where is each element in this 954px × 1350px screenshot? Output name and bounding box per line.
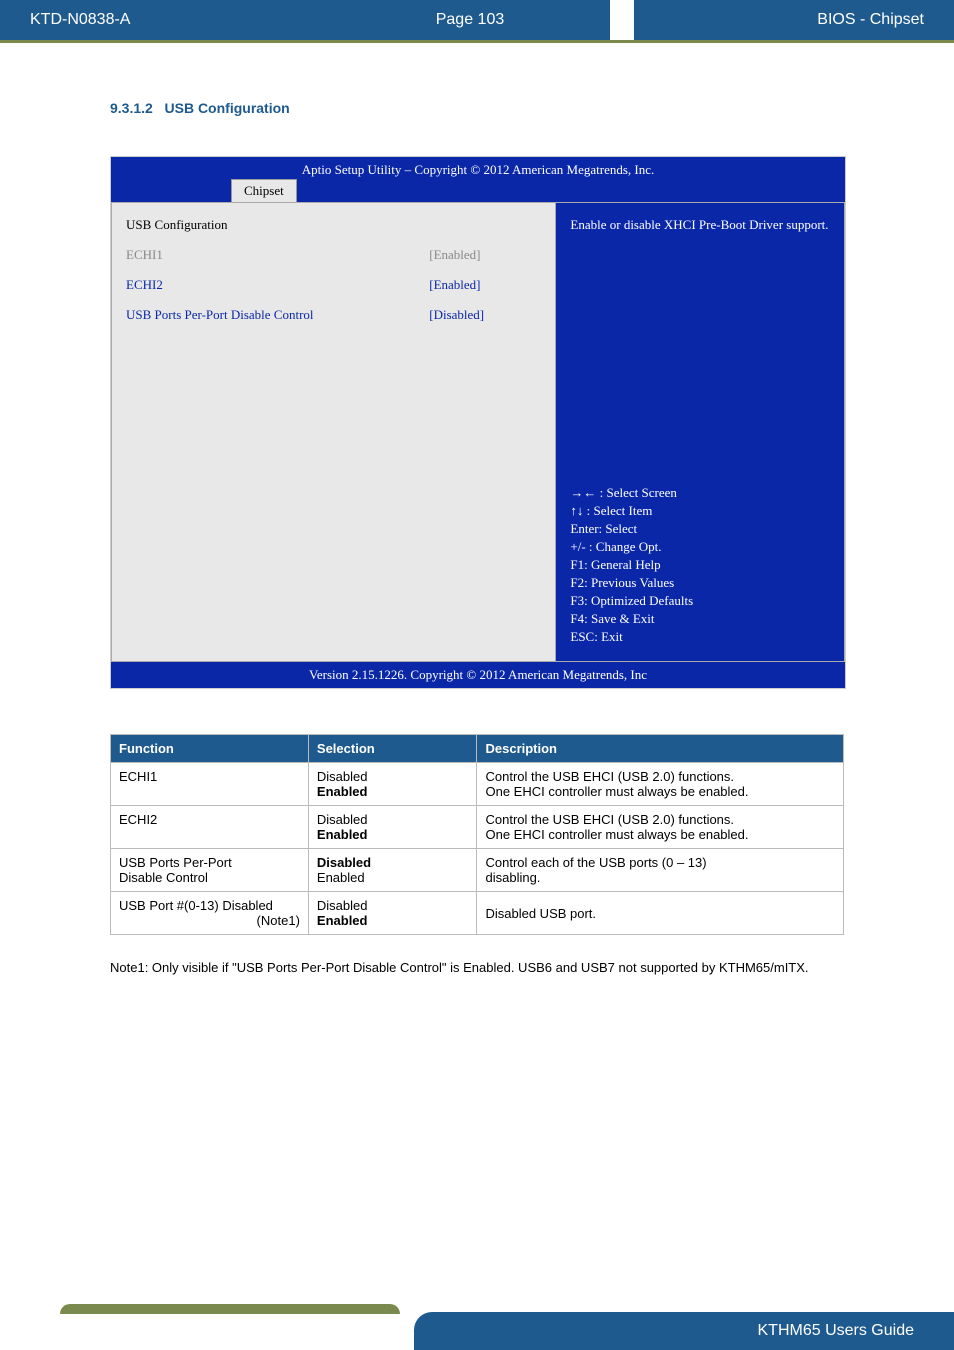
selection-option: Disabled bbox=[317, 769, 368, 784]
selection-default: Enabled bbox=[317, 784, 368, 799]
cell-selection: Disabled Enabled bbox=[308, 806, 477, 849]
cell-selection: Disabled Enabled bbox=[308, 763, 477, 806]
table-row: ECHI2 Disabled Enabled Control the USB E… bbox=[111, 806, 844, 849]
desc-line: Disabled USB port. bbox=[485, 906, 596, 921]
bios-row-echi1[interactable]: ECHI1 [Enabled] bbox=[126, 247, 541, 263]
bios-value-usbppd: [Disabled] bbox=[429, 307, 484, 323]
bios-value-echi2: [Enabled] bbox=[429, 277, 480, 293]
selection-option: Enabled bbox=[317, 870, 365, 885]
desc-line: Control the USB EHCI (USB 2.0) functions… bbox=[485, 812, 734, 827]
bios-help-pane: Enable or disable XHCI Pre-Boot Driver s… bbox=[555, 202, 845, 662]
cell-function: ECHI2 bbox=[111, 806, 309, 849]
bios-key-f4: F4: Save & Exit bbox=[570, 611, 830, 627]
bios-titlebar: Aptio Setup Utility – Copyright © 2012 A… bbox=[111, 157, 845, 178]
bios-key-list: →← : Select Screen ↑↓ : Select Item Ente… bbox=[570, 485, 830, 647]
bios-row-echi2[interactable]: ECHI2 [Enabled] bbox=[126, 277, 541, 293]
cell-description: Control each of the USB ports (0 – 13) d… bbox=[477, 849, 844, 892]
selection-option: Disabled bbox=[317, 812, 368, 827]
bios-key-f3: F3: Optimized Defaults bbox=[570, 593, 830, 609]
section-heading: 9.3.1.2 USB Configuration bbox=[110, 100, 844, 116]
selection-default: Disabled bbox=[317, 855, 371, 870]
footer-guide-label: KTHM65 Users Guide bbox=[414, 1312, 954, 1350]
bios-help-text: Enable or disable XHCI Pre-Boot Driver s… bbox=[570, 217, 830, 233]
page-number: Page 103 bbox=[330, 0, 610, 40]
bios-row-usb-ports-disable[interactable]: USB Ports Per-Port Disable Control [Disa… bbox=[126, 307, 541, 323]
func-line: Disable Control bbox=[119, 870, 208, 885]
function-table: Function Selection Description ECHI1 Dis… bbox=[110, 734, 844, 935]
desc-line: Control the USB EHCI (USB 2.0) functions… bbox=[485, 769, 734, 784]
bios-key-select-screen: →← : Select Screen bbox=[570, 485, 830, 501]
bios-key-change-opt: +/- : Change Opt. bbox=[570, 539, 830, 555]
bios-settings-pane: USB Configuration ECHI1 [Enabled] ECHI2 … bbox=[111, 202, 555, 662]
bios-key-enter: Enter: Select bbox=[570, 521, 830, 537]
table-row: USB Port #(0-13) Disabled (Note1) Disabl… bbox=[111, 892, 844, 935]
bios-key-esc: ESC: Exit bbox=[570, 629, 830, 645]
cell-selection: Disabled Enabled bbox=[308, 849, 477, 892]
desc-line: Control each of the USB ports (0 – 13) bbox=[485, 855, 706, 870]
section-number: 9.3.1.2 bbox=[110, 100, 153, 116]
cell-function: ECHI1 bbox=[111, 763, 309, 806]
desc-line: One EHCI controller must always be enabl… bbox=[485, 827, 748, 842]
desc-line: One EHCI controller must always be enabl… bbox=[485, 784, 748, 799]
func-line: USB Port #(0-13) Disabled bbox=[119, 898, 273, 913]
bios-key-f2: F2: Previous Values bbox=[570, 575, 830, 591]
bios-footer: Version 2.15.1226. Copyright © 2012 Amer… bbox=[111, 662, 845, 688]
section-title: USB Configuration bbox=[165, 100, 290, 116]
bios-tab-row: Chipset bbox=[111, 178, 845, 202]
cell-description: Control the USB EHCI (USB 2.0) functions… bbox=[477, 806, 844, 849]
bios-tab-chipset[interactable]: Chipset bbox=[231, 179, 297, 202]
section-name: BIOS - Chipset bbox=[634, 0, 954, 40]
bios-key-f1: F1: General Help bbox=[570, 557, 830, 573]
desc-line: disabling. bbox=[485, 870, 540, 885]
cell-function: USB Ports Per-Port Disable Control bbox=[111, 849, 309, 892]
th-function: Function bbox=[111, 735, 309, 763]
selection-default: Enabled bbox=[317, 827, 368, 842]
page-header: KTD-N0838-A Page 103 BIOS - Chipset bbox=[0, 0, 954, 40]
bios-label-echi2: ECHI2 bbox=[126, 277, 426, 293]
bios-key-select-item: ↑↓ : Select Item bbox=[570, 503, 830, 519]
bios-heading: USB Configuration bbox=[126, 217, 426, 233]
func-note-ref: (Note1) bbox=[257, 913, 300, 928]
selection-option: Disabled bbox=[317, 898, 368, 913]
footer-accent bbox=[60, 1304, 400, 1314]
note-text: Note1: Only visible if "USB Ports Per-Po… bbox=[110, 960, 844, 975]
bios-value-echi1: [Enabled] bbox=[429, 247, 480, 263]
func-line: USB Ports Per-Port bbox=[119, 855, 232, 870]
bios-label-echi1: ECHI1 bbox=[126, 247, 426, 263]
th-selection: Selection bbox=[308, 735, 477, 763]
doc-id: KTD-N0838-A bbox=[0, 0, 330, 40]
cell-description: Disabled USB port. bbox=[477, 892, 844, 935]
th-description: Description bbox=[477, 735, 844, 763]
cell-description: Control the USB EHCI (USB 2.0) functions… bbox=[477, 763, 844, 806]
table-row: USB Ports Per-Port Disable Control Disab… bbox=[111, 849, 844, 892]
page-footer: KTHM65 Users Guide bbox=[0, 1310, 954, 1350]
bios-panel: Aptio Setup Utility – Copyright © 2012 A… bbox=[110, 156, 846, 689]
table-row: ECHI1 Disabled Enabled Control the USB E… bbox=[111, 763, 844, 806]
cell-function: USB Port #(0-13) Disabled (Note1) bbox=[111, 892, 309, 935]
cell-selection: Disabled Enabled bbox=[308, 892, 477, 935]
selection-default: Enabled bbox=[317, 913, 368, 928]
header-divider bbox=[0, 40, 954, 43]
bios-label-usbppd: USB Ports Per-Port Disable Control bbox=[126, 307, 426, 323]
bios-heading-row: USB Configuration bbox=[126, 217, 541, 233]
